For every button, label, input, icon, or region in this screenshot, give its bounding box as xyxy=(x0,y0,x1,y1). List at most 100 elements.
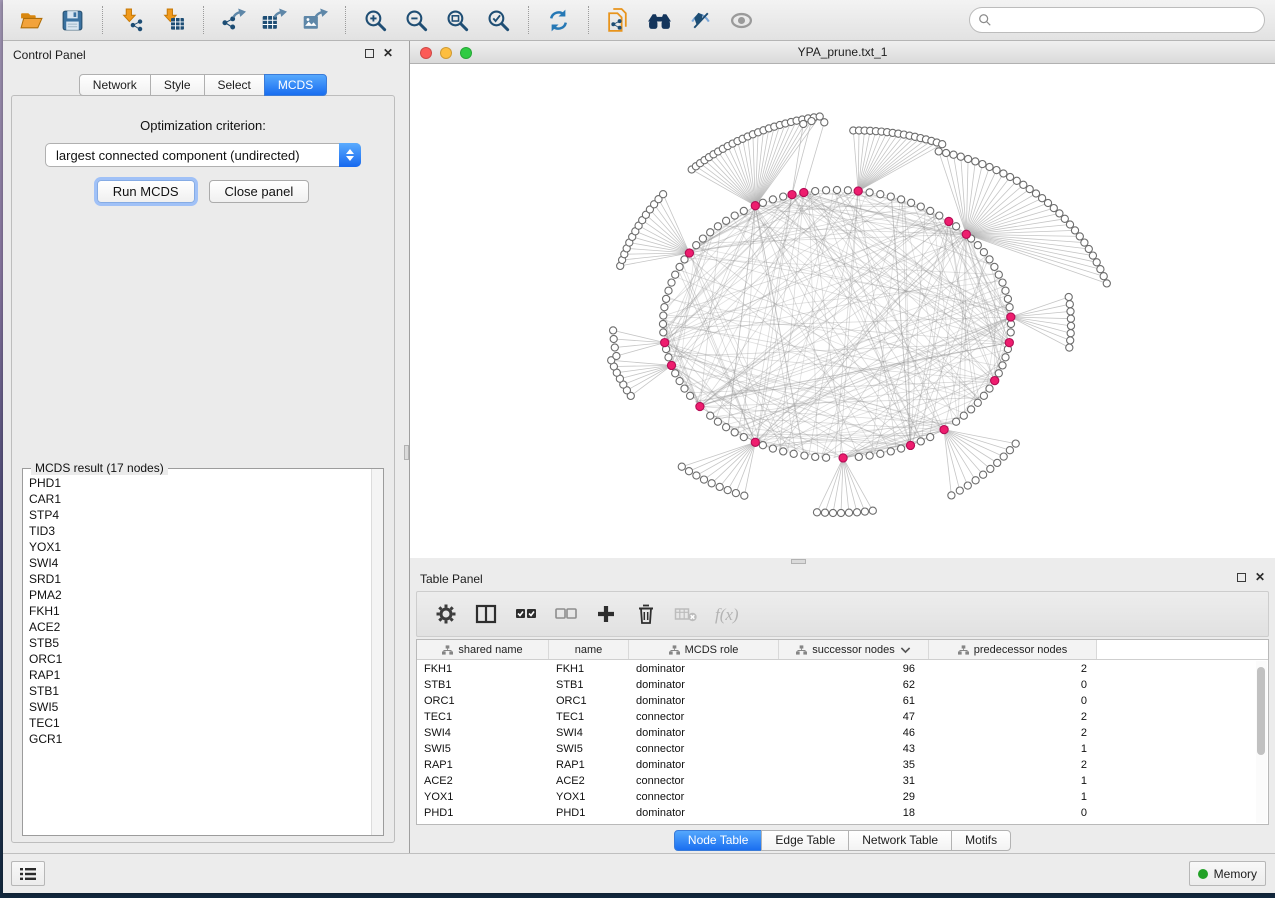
network-node[interactable] xyxy=(699,235,706,242)
network-node[interactable] xyxy=(974,242,981,249)
network-leaf-node[interactable] xyxy=(939,141,946,148)
column-header-shared-name[interactable]: shared name xyxy=(417,640,549,659)
mcds-hub-node[interactable] xyxy=(685,249,693,257)
network-node[interactable] xyxy=(991,263,998,270)
network-leaf-node[interactable] xyxy=(964,482,971,489)
network-leaf-node[interactable] xyxy=(1067,315,1074,322)
import-network-button[interactable] xyxy=(114,4,151,36)
tab-node-table[interactable]: Node Table xyxy=(674,830,763,851)
network-node[interactable] xyxy=(723,217,730,224)
mcds-hub-node[interactable] xyxy=(945,217,953,225)
network-node[interactable] xyxy=(740,434,747,441)
tab-select[interactable]: Select xyxy=(204,74,265,96)
network-node[interactable] xyxy=(672,370,679,377)
network-leaf-node[interactable] xyxy=(700,476,707,483)
network-leaf-node[interactable] xyxy=(716,483,723,490)
table-row[interactable]: TEC1TEC1connector472 xyxy=(417,709,1256,725)
horizontal-splitter[interactable] xyxy=(410,558,1275,565)
export-image-button[interactable] xyxy=(297,4,334,36)
table-row[interactable]: STB1STB1dominator620 xyxy=(417,677,1256,693)
network-leaf-node[interactable] xyxy=(956,487,963,494)
mcds-hub-node[interactable] xyxy=(991,377,999,385)
network-node[interactable] xyxy=(974,399,981,406)
network-node[interactable] xyxy=(660,329,667,336)
network-leaf-node[interactable] xyxy=(1089,252,1096,259)
network-leaf-node[interactable] xyxy=(724,487,731,494)
network-leaf-node[interactable] xyxy=(611,344,618,351)
network-leaf-node[interactable] xyxy=(1006,447,1013,454)
zoom-selected-button[interactable] xyxy=(480,4,517,36)
network-node[interactable] xyxy=(1007,329,1014,336)
window-close-button[interactable] xyxy=(420,47,432,59)
network-leaf-node[interactable] xyxy=(943,149,950,156)
save-session-button[interactable] xyxy=(54,4,91,36)
mcds-result-item[interactable]: TEC1 xyxy=(29,715,371,731)
mcds-result-item[interactable]: RAP1 xyxy=(29,667,371,683)
table-row[interactable]: SWI5SWI5connector431 xyxy=(417,741,1256,757)
network-leaf-node[interactable] xyxy=(1007,173,1014,180)
network-leaf-node[interactable] xyxy=(861,508,868,515)
mcds-hub-node[interactable] xyxy=(1005,339,1013,347)
network-node[interactable] xyxy=(707,412,714,419)
network-leaf-node[interactable] xyxy=(1081,239,1088,246)
result-scrollbar[interactable] xyxy=(371,469,383,835)
select-all-button[interactable] xyxy=(513,601,539,627)
network-node[interactable] xyxy=(663,295,670,302)
network-node[interactable] xyxy=(999,279,1006,286)
hide-selected-button[interactable] xyxy=(682,4,719,36)
network-node[interactable] xyxy=(953,223,960,230)
network-node[interactable] xyxy=(769,445,776,452)
network-leaf-node[interactable] xyxy=(845,509,852,516)
mcds-result-list[interactable]: PHD1CAR1STP4TID3YOX1SWI4SRD1PMA2FKH1ACE2… xyxy=(23,469,371,835)
network-leaf-node[interactable] xyxy=(993,167,1000,174)
network-leaf-node[interactable] xyxy=(1012,440,1019,447)
network-leaf-node[interactable] xyxy=(980,471,987,478)
tab-style[interactable]: Style xyxy=(150,74,205,96)
network-leaf-node[interactable] xyxy=(1103,280,1110,287)
network-leaf-node[interactable] xyxy=(610,335,617,342)
network-node[interactable] xyxy=(968,406,975,413)
column-header-MCDS-role[interactable]: MCDS role xyxy=(629,640,779,659)
column-settings-button[interactable] xyxy=(433,601,459,627)
network-node[interactable] xyxy=(801,452,808,459)
network-node[interactable] xyxy=(986,385,993,392)
network-leaf-node[interactable] xyxy=(1000,170,1007,177)
mcds-hub-node[interactable] xyxy=(839,454,847,462)
network-node[interactable] xyxy=(731,212,738,219)
float-panel-icon[interactable] xyxy=(365,49,374,58)
table-row[interactable]: ORC1ORC1dominator610 xyxy=(417,693,1256,709)
mcds-result-item[interactable]: ORC1 xyxy=(29,651,371,667)
network-leaf-node[interactable] xyxy=(1067,308,1074,315)
network-node[interactable] xyxy=(780,448,787,455)
tab-edge-table[interactable]: Edge Table xyxy=(761,830,849,851)
network-leaf-node[interactable] xyxy=(1061,215,1068,222)
mcds-hub-node[interactable] xyxy=(751,438,759,446)
tab-mcds[interactable]: MCDS xyxy=(264,74,327,96)
network-node[interactable] xyxy=(908,199,915,206)
network-node[interactable] xyxy=(995,370,1002,377)
show-network-manager-button[interactable] xyxy=(641,4,678,36)
tab-motifs[interactable]: Motifs xyxy=(951,830,1011,851)
network-leaf-node[interactable] xyxy=(948,492,955,499)
network-node[interactable] xyxy=(714,223,721,230)
network-leaf-node[interactable] xyxy=(1067,322,1074,329)
network-node[interactable] xyxy=(877,450,884,457)
network-leaf-node[interactable] xyxy=(1000,453,1007,460)
mcds-result-item[interactable]: PHD1 xyxy=(29,475,371,491)
network-node[interactable] xyxy=(855,453,862,460)
network-node[interactable] xyxy=(812,453,819,460)
column-header-predecessor-nodes[interactable]: predecessor nodes xyxy=(929,640,1097,659)
network-leaf-node[interactable] xyxy=(965,155,972,162)
network-node[interactable] xyxy=(693,242,700,249)
network-node[interactable] xyxy=(1002,354,1009,361)
table-row[interactable]: PHD1PHD1dominator180 xyxy=(417,805,1256,821)
network-leaf-node[interactable] xyxy=(693,472,700,479)
show-all-button[interactable] xyxy=(723,4,760,36)
network-node[interactable] xyxy=(665,354,672,361)
memory-button[interactable]: Memory xyxy=(1189,861,1266,886)
network-leaf-node[interactable] xyxy=(987,465,994,472)
close-panel-icon[interactable]: ✕ xyxy=(383,48,393,58)
network-leaf-node[interactable] xyxy=(994,459,1001,466)
mcds-hub-node[interactable] xyxy=(667,361,675,369)
network-node[interactable] xyxy=(980,249,987,256)
